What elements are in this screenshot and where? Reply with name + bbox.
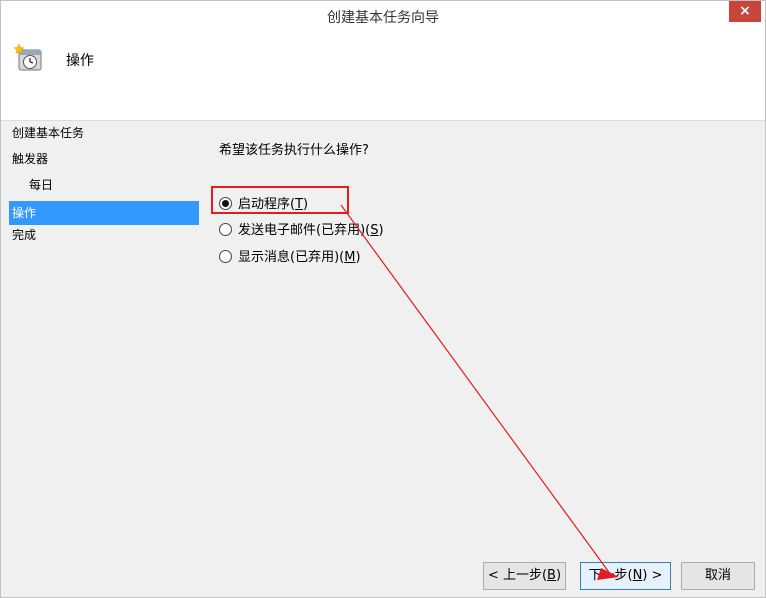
next-button-accel: N [632, 568, 643, 583]
option-send-email[interactable]: 发送电子邮件(已弃用)(S) [219, 222, 384, 240]
back-button-accel: B [547, 568, 556, 583]
close-button[interactable]: × [729, 1, 761, 22]
option-send-email-label: 发送电子邮件(已弃用)( [238, 223, 371, 238]
step-finish[interactable]: 完成 [9, 225, 199, 251]
annotation-highlight-box [211, 186, 349, 214]
back-button[interactable]: < 上一步(B) [483, 562, 566, 590]
wizard-steps-sidebar: 创建基本任务 触发器 每日 操作 完成 [9, 123, 199, 251]
accel-m: M [344, 250, 356, 265]
step-trigger[interactable]: 触发器 [9, 149, 199, 175]
window-title: 创建基本任务向导 [327, 10, 439, 26]
option-send-email-suffix: ) [378, 223, 384, 238]
cancel-button[interactable]: 取消 [681, 562, 755, 590]
option-show-message[interactable]: 显示消息(已弃用)(M) [219, 249, 361, 267]
option-show-message-suffix: ) [355, 250, 361, 265]
step-create-basic-task[interactable]: 创建基本任务 [9, 123, 199, 149]
step-daily[interactable]: 每日 [9, 175, 199, 201]
radio-show-message[interactable] [219, 250, 232, 263]
title-bar: 创建基本任务向导 × [1, 1, 765, 30]
wizard-header: 操作 [1, 30, 765, 121]
wizard-window: 创建基本任务向导 × 操作 创建基本任务 触发器 每日 操作 完成 希望该任务执… [0, 0, 766, 598]
action-question: 希望该任务执行什么操作? [219, 143, 369, 158]
step-action[interactable]: 操作 [9, 201, 199, 225]
next-button-prefix: 下一步( [588, 568, 633, 583]
back-button-suffix: ) [555, 568, 562, 583]
radio-send-email[interactable] [219, 223, 232, 236]
option-show-message-label: 显示消息(已弃用)( [238, 250, 345, 265]
next-button-suffix: ) > [642, 568, 663, 583]
back-button-prefix: < 上一步( [487, 568, 548, 583]
page-title: 操作 [66, 53, 94, 69]
task-scheduler-clock-icon [13, 44, 42, 71]
next-button[interactable]: 下一步(N) > [580, 562, 671, 590]
